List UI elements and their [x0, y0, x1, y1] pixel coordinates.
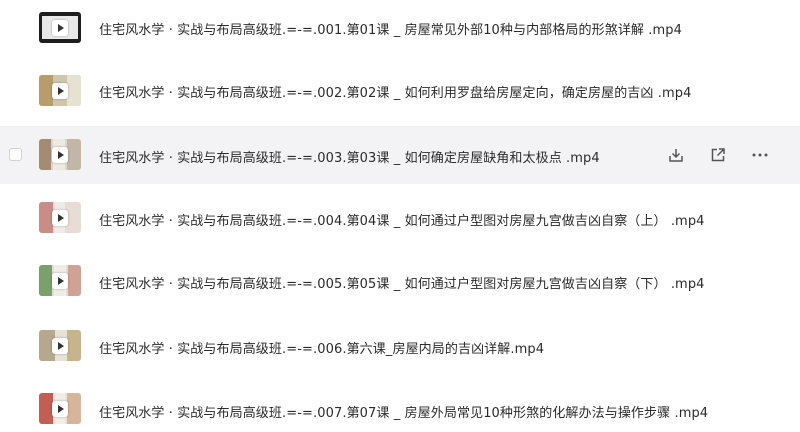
more-icon[interactable]	[750, 145, 770, 165]
file-name[interactable]: 住宅风水学 · 实战与布局高级班.=-=.001.第01课 _ 房屋常见外部10…	[99, 19, 682, 38]
file-row[interactable]: 住宅风水学 · 实战与布局高级班.=-=.002.第02课 _ 如何利用罗盘给房…	[0, 62, 800, 120]
video-thumbnail	[39, 265, 81, 296]
play-icon	[52, 400, 68, 417]
file-row[interactable]: 住宅风水学 · 实战与布局高级班.=-=.007.第07课 _ 房屋外局常见10…	[0, 381, 800, 432]
file-name[interactable]: 住宅风水学 · 实战与布局高级班.=-=.002.第02课 _ 如何利用罗盘给房…	[99, 82, 691, 101]
file-row[interactable]: 住宅风水学 · 实战与布局高级班.=-=.001.第01课 _ 房屋常见外部10…	[0, 0, 800, 58]
video-thumbnail	[39, 139, 81, 170]
play-icon	[52, 82, 68, 99]
play-icon	[52, 209, 68, 226]
select-checkbox[interactable]	[9, 148, 22, 161]
video-thumbnail	[39, 393, 81, 424]
download-icon[interactable]	[666, 145, 686, 165]
video-thumbnail	[39, 12, 81, 43]
file-name[interactable]: 住宅风水学 · 实战与布局高级班.=-=.005.第05课 _ 如何通过户型图对…	[99, 273, 705, 292]
file-name[interactable]: 住宅风水学 · 实战与布局高级班.=-=.004.第04课 _ 如何通过户型图对…	[99, 210, 705, 229]
play-icon	[52, 337, 68, 354]
play-icon	[52, 19, 68, 36]
row-actions	[644, 145, 770, 165]
file-row[interactable]: 住宅风水学 · 实战与布局高级班.=-=.006.第六课_房屋内局的吉凶详解.m…	[0, 317, 800, 375]
video-thumbnail	[39, 330, 81, 361]
file-name[interactable]: 住宅风水学 · 实战与布局高级班.=-=.007.第07课 _ 房屋外局常见10…	[99, 402, 708, 421]
share-icon[interactable]	[708, 145, 728, 165]
file-row[interactable]: 住宅风水学 · 实战与布局高级班.=-=.005.第05课 _ 如何通过户型图对…	[0, 252, 800, 310]
file-row[interactable]: 住宅风水学 · 实战与布局高级班.=-=.003.第03课 _ 如何确定房屋缺角…	[0, 126, 800, 184]
file-name[interactable]: 住宅风水学 · 实战与布局高级班.=-=.006.第六课_房屋内局的吉凶详解.m…	[99, 338, 544, 357]
video-thumbnail	[39, 75, 81, 106]
file-list: 住宅风水学 · 实战与布局高级班.=-=.001.第01课 _ 房屋常见外部10…	[0, 0, 800, 432]
video-thumbnail	[39, 202, 81, 233]
file-row[interactable]: 住宅风水学 · 实战与布局高级班.=-=.004.第04课 _ 如何通过户型图对…	[0, 189, 800, 247]
play-icon	[52, 146, 68, 163]
file-name[interactable]: 住宅风水学 · 实战与布局高级班.=-=.003.第03课 _ 如何确定房屋缺角…	[99, 147, 600, 166]
play-icon	[52, 272, 68, 289]
